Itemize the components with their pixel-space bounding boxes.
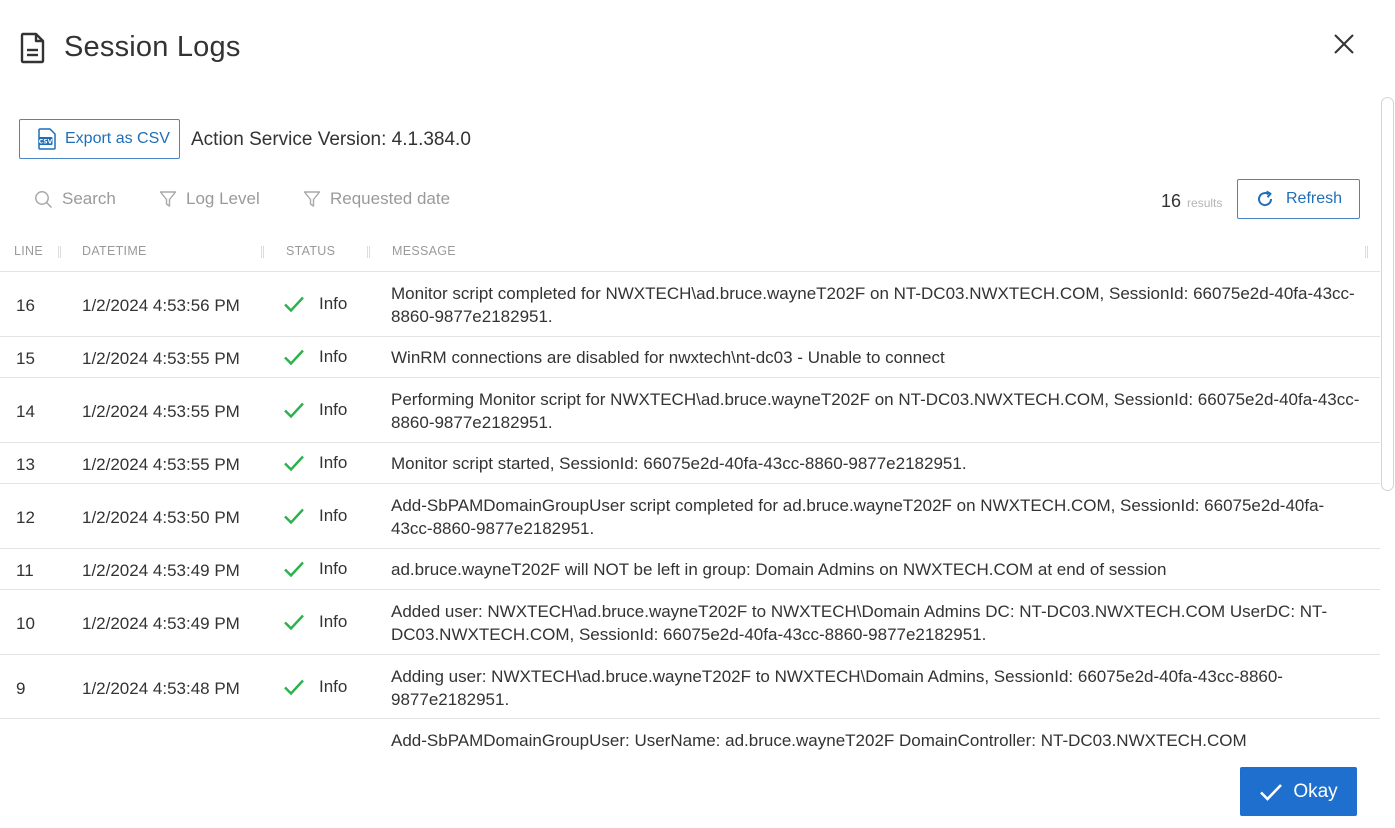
message-cell: Performing Monitor script for NWXTECH\ad… (391, 390, 1360, 432)
datetime-cell: 1/2/2024 4:53:56 PM (82, 296, 240, 315)
status-cell: Info (283, 347, 347, 367)
status-text: Info (319, 506, 348, 525)
table-body: 16 1/2/2024 4:53:56 PM Info Monitor scri… (0, 272, 1380, 752)
datetime-cell: 1/2/2024 4:53:49 PM (82, 561, 240, 580)
message-cell: Added user: NWXTECH\ad.bruce.wayneT202F … (391, 602, 1328, 644)
status-text: Info (319, 453, 348, 472)
message-cell: Adding user: NWXTECH\ad.bruce.wayneT202F… (391, 667, 1283, 709)
table-row[interactable]: 9 1/2/2024 4:53:48 PM Info Adding user: … (0, 655, 1380, 719)
check-icon (284, 561, 304, 578)
results-count: 16 results (1161, 191, 1222, 212)
status-text: Info (319, 400, 348, 419)
close-icon[interactable] (1328, 28, 1360, 60)
document-icon (20, 32, 45, 64)
export-csv-button[interactable]: CSV Export as CSV (19, 119, 180, 159)
check-icon (284, 614, 304, 631)
message-cell: WinRM connections are disabled for nwxte… (391, 348, 945, 367)
requested-date-filter[interactable]: Requested date (303, 187, 450, 211)
datetime-cell: 1/2/2024 4:53:48 PM (82, 679, 240, 698)
column-header-datetime[interactable]: DATETIME (82, 244, 147, 258)
okay-label: Okay (1293, 780, 1338, 802)
table-row[interactable]: 11 1/2/2024 4:53:49 PM Info ad.bruce.way… (0, 549, 1380, 590)
message-cell: Add-SbPAMDomainGroupUser script complete… (391, 496, 1325, 538)
check-icon (284, 508, 304, 525)
check-icon (284, 349, 304, 366)
okay-button[interactable]: Okay (1240, 767, 1357, 816)
line-number: 9 (16, 679, 26, 698)
search-icon (35, 190, 53, 208)
action-service-version: Action Service Version: 4.1.384.0 (191, 129, 471, 150)
datetime-cell: 1/2/2024 4:53:50 PM (82, 508, 240, 527)
status-cell: Info (283, 294, 347, 314)
status-cell: Info (283, 506, 347, 526)
message-cell: ad.bruce.wayneT202F will NOT be left in … (391, 560, 1167, 579)
refresh-icon (1258, 190, 1273, 207)
column-resize-handle[interactable] (367, 246, 370, 258)
line-number: 12 (16, 508, 35, 527)
results-number: 16 (1161, 191, 1182, 211)
status-cell: Info (283, 400, 347, 420)
export-csv-label: Export as CSV (65, 130, 170, 147)
scrollbar-thumb[interactable] (1381, 97, 1394, 491)
line-number: 11 (16, 561, 34, 580)
table-header: LINE DATETIME STATUS MESSAGE (0, 232, 1380, 272)
dialog-header: Session Logs (0, 0, 1395, 96)
search-filter[interactable]: Search (34, 187, 116, 211)
status-text: Info (319, 559, 348, 578)
search-filter-label: Search (62, 189, 116, 208)
status-cell: Info (283, 612, 347, 632)
status-text: Info (319, 294, 348, 313)
refresh-label: Refresh (1286, 190, 1343, 207)
status-text: Info (319, 677, 348, 696)
filter-icon (303, 191, 321, 207)
line-number: 14 (16, 402, 35, 421)
log-level-filter[interactable]: Log Level (159, 187, 260, 211)
log-level-filter-label: Log Level (186, 189, 260, 208)
results-label: results (1187, 196, 1223, 210)
check-icon (284, 402, 304, 419)
svg-text:CSV: CSV (39, 139, 53, 146)
table-row[interactable]: 15 1/2/2024 4:53:55 PM Info WinRM connec… (0, 337, 1380, 378)
requested-date-filter-label: Requested date (330, 189, 451, 208)
table-row[interactable]: 12 1/2/2024 4:53:50 PM Info Add-SbPAMDom… (0, 484, 1380, 549)
dialog-title: Session Logs (64, 31, 241, 63)
csv-file-icon: CSV (38, 128, 56, 150)
line-number: 15 (16, 349, 35, 368)
table-row[interactable]: Add-SbPAMDomainGroupUser: UserName: ad.b… (0, 719, 1380, 752)
datetime-cell: 1/2/2024 4:53:55 PM (82, 349, 240, 368)
datetime-cell: 1/2/2024 4:53:55 PM (82, 402, 240, 421)
column-header-line[interactable]: LINE (14, 244, 43, 258)
line-number: 13 (16, 455, 35, 474)
status-cell: Info (283, 559, 347, 579)
column-resize-handle[interactable] (58, 246, 61, 258)
table-row[interactable]: 14 1/2/2024 4:53:55 PM Info Performing M… (0, 378, 1380, 443)
status-cell: Info (283, 677, 347, 697)
message-cell: Monitor script started, SessionId: 66075… (391, 454, 967, 473)
check-icon (284, 455, 304, 472)
table-row[interactable]: 13 1/2/2024 4:53:55 PM Info Monitor scri… (0, 443, 1380, 484)
check-icon (1260, 783, 1283, 801)
column-header-message[interactable]: MESSAGE (392, 244, 456, 258)
table-row[interactable]: 16 1/2/2024 4:53:56 PM Info Monitor scri… (0, 272, 1380, 337)
status-text: Info (319, 612, 348, 631)
line-number: 16 (16, 296, 35, 315)
datetime-cell: 1/2/2024 4:53:55 PM (82, 455, 240, 474)
datetime-cell: 1/2/2024 4:53:49 PM (82, 614, 240, 633)
column-resize-handle[interactable] (261, 246, 264, 258)
refresh-button[interactable]: Refresh (1237, 179, 1360, 219)
status-cell: Info (283, 453, 347, 473)
status-text: Info (319, 347, 348, 366)
column-resize-handle[interactable] (1365, 246, 1368, 258)
filter-icon (159, 191, 177, 207)
message-cell: Add-SbPAMDomainGroupUser: UserName: ad.b… (391, 731, 1247, 750)
message-cell: Monitor script completed for NWXTECH\ad.… (391, 284, 1355, 326)
check-icon (284, 679, 304, 696)
line-number: 10 (16, 614, 35, 633)
check-icon (284, 296, 304, 313)
column-header-status[interactable]: STATUS (286, 244, 335, 258)
table-row[interactable]: 10 1/2/2024 4:53:49 PM Info Added user: … (0, 590, 1380, 655)
